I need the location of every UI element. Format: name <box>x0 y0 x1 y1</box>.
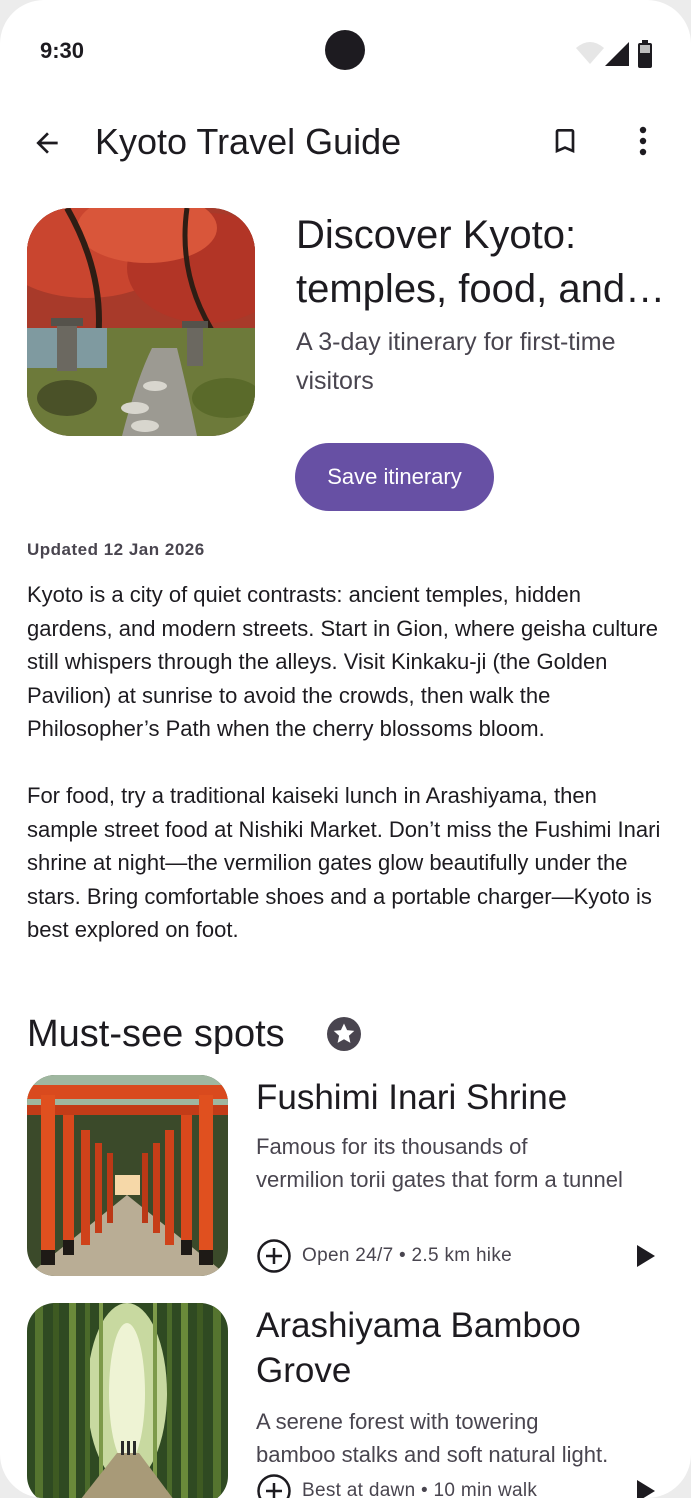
wifi-icon <box>576 42 604 64</box>
fushimi-inari-image <box>27 1075 228 1276</box>
add-circle-icon[interactable] <box>256 1238 292 1274</box>
cell-signal-icon <box>605 42 629 66</box>
hero-title-line1: Discover Kyoto: <box>296 213 577 257</box>
spot-meta: Best at dawn • 10 min walk <box>302 1480 538 1498</box>
save-itinerary-button[interactable]: Save itinerary <box>295 443 494 511</box>
updated-date: Updated 12 Jan 2026 <box>27 540 205 559</box>
list-item[interactable]: Fushimi Inari Shrine Famous for its thou… <box>27 1075 667 1276</box>
more-vert-icon <box>639 126 647 156</box>
phone-screen: 9:30 Kyoto Travel Guide Discover Kyoto: … <box>0 0 691 1498</box>
arrow-back-icon <box>36 132 58 154</box>
hero-image-kyoto-garden <box>27 208 255 436</box>
article-body: Kyoto is a city of quiet contrasts: anci… <box>27 578 667 980</box>
battery-icon <box>638 40 652 68</box>
spot-title: Arashiyama Bamboo Grove <box>256 1306 581 1390</box>
article-paragraph: For food, try a traditional kaiseki lunc… <box>27 783 661 942</box>
bamboo-grove-image <box>27 1303 228 1498</box>
bookmark-outline-icon <box>555 129 575 153</box>
spot-description-line1: Famous for its thousands of <box>256 1134 528 1159</box>
spot-description-line2: vermilion torii gates that form a tunnel <box>256 1167 623 1192</box>
page-title: Kyoto Travel Guide <box>95 121 402 162</box>
spot-meta: Open 24/7 • 2.5 km hike <box>302 1245 512 1266</box>
play-icon[interactable] <box>631 1477 659 1498</box>
hero-title-line2: temples, food, and more <box>296 267 666 311</box>
status-time: 9:30 <box>40 38 85 63</box>
status-icons <box>575 40 655 70</box>
spot-description-line1: A serene forest with towering <box>256 1409 539 1434</box>
hero-title: Discover Kyoto: temples, food, and more <box>296 208 666 316</box>
camera-cutout <box>325 30 365 70</box>
bookmark-button[interactable] <box>542 118 588 164</box>
spot-title: Fushimi Inari Shrine <box>256 1078 568 1117</box>
back-button[interactable] <box>24 120 70 166</box>
article-paragraph: Kyoto is a city of quiet contrasts: anci… <box>27 582 659 741</box>
spot-description-line2: bamboo stalks and soft natural light. <box>256 1442 609 1467</box>
hero-subtitle: A 3-day itinerary for first-time visitor… <box>296 328 616 395</box>
spot-description: A serene forest with towering bamboo sta… <box>256 1405 656 1471</box>
play-icon[interactable] <box>631 1242 659 1270</box>
add-circle-icon[interactable] <box>256 1473 292 1498</box>
section-title: Must-see spots <box>27 1013 285 1055</box>
spot-description: Famous for its thousands of vermilion to… <box>256 1130 656 1196</box>
more-options-button[interactable] <box>620 118 666 164</box>
star-circle-icon <box>327 1017 361 1051</box>
list-item[interactable]: Arashiyama Bamboo Grove A serene forest … <box>27 1303 667 1498</box>
